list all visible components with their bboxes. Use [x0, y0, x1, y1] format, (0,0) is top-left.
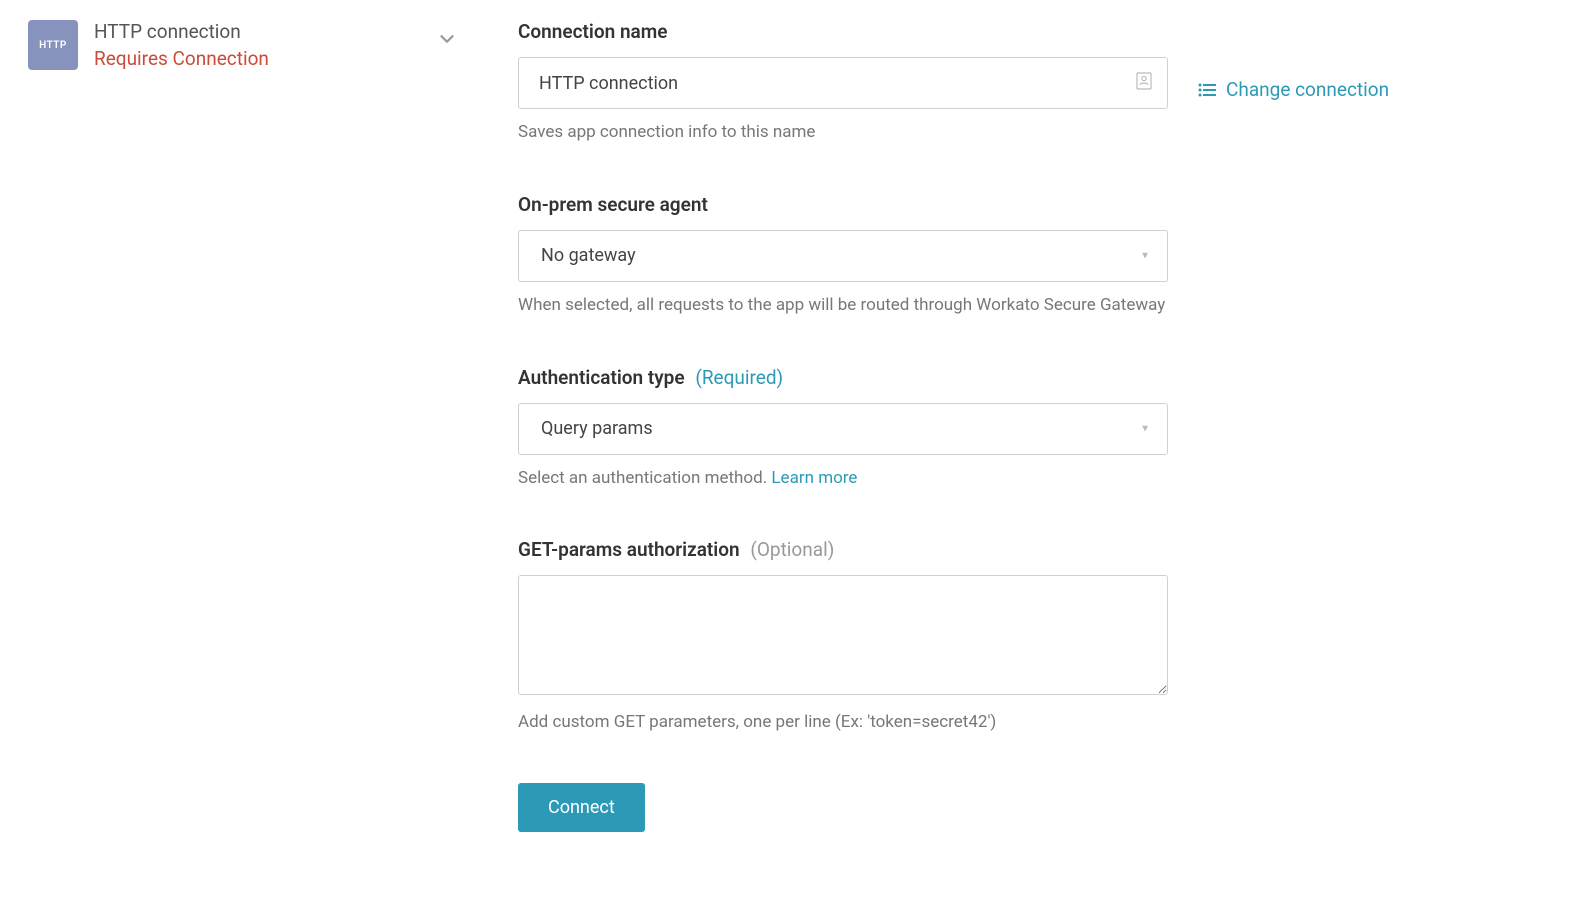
page-container: HTTP HTTP connection Requires Connection…: [28, 20, 1542, 832]
get-params-label: GET-params authorization (Optional): [518, 538, 1168, 561]
connection-name-input-wrapper: [518, 57, 1168, 109]
connection-status: Requires Connection: [94, 47, 420, 72]
on-prem-help: When selected, all requests to the app w…: [518, 294, 1168, 318]
change-connection-text: Change connection: [1226, 78, 1389, 101]
connection-header: HTTP HTTP connection Requires Connection: [28, 20, 458, 832]
connection-form: Connection name Saves app connection inf…: [518, 20, 1168, 832]
contact-card-icon: [1136, 72, 1152, 94]
auth-type-help: Select an authentication method. Learn m…: [518, 467, 1168, 491]
on-prem-select-wrapper: No gateway ▼: [518, 230, 1168, 282]
connection-title: HTTP connection: [94, 20, 420, 45]
get-params-label-text: GET-params authorization: [518, 538, 740, 561]
auth-type-help-text: Select an authentication method.: [518, 468, 771, 488]
auth-type-label-text: Authentication type: [518, 366, 685, 389]
connection-header-text: HTTP connection Requires Connection: [94, 20, 420, 71]
on-prem-label: On-prem secure agent: [518, 193, 1168, 216]
learn-more-link[interactable]: Learn more: [771, 468, 857, 488]
connection-name-label: Connection name: [518, 20, 1168, 43]
change-connection-link[interactable]: Change connection: [1198, 78, 1389, 101]
chevron-down-icon[interactable]: [436, 28, 458, 54]
connection-name-help: Saves app connection info to this name: [518, 121, 1168, 145]
get-params-help: Add custom GET parameters, one per line …: [518, 711, 1168, 735]
auth-type-select-wrapper: Query params ▼: [518, 403, 1168, 455]
connect-button[interactable]: Connect: [518, 783, 645, 832]
required-tag: (Required): [695, 366, 783, 389]
right-panel: Change connection: [1198, 20, 1389, 832]
auth-type-label: Authentication type (Required): [518, 366, 1168, 389]
connection-name-input[interactable]: [518, 57, 1168, 109]
optional-tag: (Optional): [750, 538, 834, 561]
auth-type-group: Authentication type (Required) Query par…: [518, 366, 1168, 491]
on-prem-select[interactable]: No gateway: [518, 230, 1168, 282]
auth-type-value: Query params: [541, 418, 653, 439]
on-prem-group: On-prem secure agent No gateway ▼ When s…: [518, 193, 1168, 318]
auth-type-select[interactable]: Query params: [518, 403, 1168, 455]
get-params-group: GET-params authorization (Optional) Add …: [518, 538, 1168, 735]
get-params-textarea[interactable]: [518, 575, 1168, 695]
connection-name-group: Connection name Saves app connection inf…: [518, 20, 1168, 145]
on-prem-value: No gateway: [541, 245, 636, 266]
list-icon: [1198, 83, 1216, 97]
http-badge-icon: HTTP: [28, 20, 78, 70]
http-badge-text: HTTP: [39, 40, 67, 51]
